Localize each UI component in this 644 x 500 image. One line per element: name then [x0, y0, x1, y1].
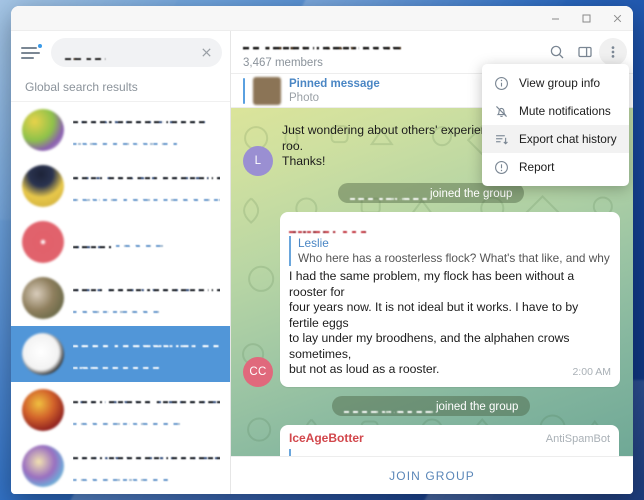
list-item[interactable]: ▁▁▁ ▁▁▁▁ ▁▁▁▁▁ ▁ ▁ ▁▁▁ ▁▁▁▁ ▁▁▁ ▁▁: [11, 270, 230, 326]
pinned-title: Pinned message: [289, 77, 380, 90]
list-item-subtitle: ▁▁▁ ▁▁▁ ▁▁▁ ▁▁: [73, 411, 180, 427]
list-item-title: ▁▁▁ ▁▁▁▁▁ ▁▁▁▁▁ ▁▁▁: [73, 388, 220, 404]
list-item-subtitle: ▁▁▁ ▁▁▁▁ ▁▁▁▁: [73, 131, 177, 147]
list-item[interactable]: ▁▁▁ ▁▁▁▁▁▁ ▁▁▁ ▁▁▁ ▁▁▁▁ ▁▁▁▁ ▁▁: [11, 438, 230, 494]
more-vertical-icon[interactable]: [599, 38, 627, 66]
report-alert-icon: [493, 159, 509, 175]
service-user-redacted: ▁▁▁ ▁▁ ▁▁▁: [349, 185, 427, 200]
message-bubble[interactable]: ▁▁▁▁▁ ▁▁▁ Leslie Who here has a roosterl…: [280, 211, 620, 387]
menu-item-view-group-info[interactable]: View group info: [482, 69, 629, 97]
message-line: Thanks!: [282, 154, 326, 168]
join-group-button[interactable]: JOIN GROUP: [231, 456, 633, 494]
chat-title: ▁▁ ▁▁▁▁▁ ▁▁▁▁ ▁▁ ▁▁: [243, 34, 402, 50]
message-line: four years now. It is not ideal but it w…: [289, 300, 579, 330]
menu-item-export-chat-history[interactable]: Export chat history: [482, 125, 629, 153]
sender-name: IceAgeBotter: [289, 430, 364, 445]
close-icon[interactable]: [196, 43, 216, 63]
info-circle-icon: [493, 75, 509, 91]
reply-author: Leslie: [298, 236, 329, 250]
message-line: Just wondering about others' experiences: [282, 123, 507, 137]
menu-item-label: Report: [519, 160, 555, 174]
reply-author-redacted: ▁ ▁▁ ▁▁▁ ▁▁: [298, 449, 381, 456]
menu-item-label: Export chat history: [519, 132, 617, 146]
list-item-subtitle: ▁▁▁▁ ▁▁▁ ▁▁: [73, 299, 159, 315]
avatar: [22, 333, 64, 375]
avatar: [22, 445, 64, 487]
export-download-icon: [493, 131, 509, 147]
avatar: [22, 165, 64, 207]
avatar-initials: L: [254, 154, 262, 167]
menu-item-mute-notifications[interactable]: Mute notifications: [482, 97, 629, 125]
list-item-subtitle: ▁▁▁▁ ▁▁▁▁ ▁▁: [73, 467, 168, 483]
message-sender-row: IceAgeBotter AntiSpamBot: [289, 431, 610, 448]
menu-item-label: Mute notifications: [519, 104, 611, 118]
service-message: ▁▁▁▁ ▁ ▁▁ ▁▁ joined the group: [243, 395, 619, 416]
chat-list[interactable]: ▁▁▁▁ ▁▁▁▁▁ ▁▁▁▁ ▁▁▁ ▁▁▁▁ ▁▁▁▁ ▁▁▁ ▁▁▁ ▁▁…: [11, 102, 230, 494]
list-item-title: ▁▁▁ ▁▁▁▁▁▁ ▁▁▁ ▁▁▁: [73, 444, 220, 460]
list-item[interactable]: ▁▁▁▁ ▁▁▁ ▁▁: [11, 214, 230, 270]
sidebar-toggle-icon[interactable]: [571, 38, 599, 66]
list-item[interactable]: ▁▁▁ ▁▁▁ ▁▁ ▁▁▁▁▁ ▁▁ ▁▁▁ ▁▁ ▁▁▁▁ ▁▁ ▁▁▁ ▁: [11, 158, 230, 214]
message-header-redacted: ▁▁▁▁▁ ▁▁▁: [289, 217, 367, 234]
join-group-label: JOIN GROUP: [389, 468, 475, 483]
list-item-title: ▁▁▁▁ ▁▁▁▁▁▁ ▁▁ ▁▁▁▁ ▁▁: [73, 332, 220, 348]
list-item-subtitle: ▁▁▁ ▁▁: [115, 233, 164, 249]
pinned-stripe: [243, 77, 245, 104]
reply-quote[interactable]: ▁ ▁▁ ▁▁▁ ▁▁ joined the group: [289, 449, 610, 456]
menu-item-label: View group info: [519, 76, 601, 90]
chat-options-menu[interactable]: View group info Mute notifications Expor…: [482, 64, 629, 186]
sidebar-search-row: ▁▁ ▁▁: [11, 31, 230, 74]
service-user-redacted: ▁▁▁▁ ▁ ▁▁ ▁▁: [343, 398, 433, 413]
bell-muted-icon: [493, 103, 509, 119]
status-badge: AntiSpamBot: [545, 432, 610, 445]
list-item-title: ▁▁▁▁ ▁▁▁▁▁ ▁▁▁▁: [73, 108, 205, 124]
telegram-window: ▁▁ ▁▁ Global search results ▁▁▁▁ ▁▁▁▁▁ ▁…: [11, 6, 633, 494]
menu-item-report[interactable]: Report: [482, 153, 629, 181]
pinned-subtitle: Photo: [289, 91, 320, 104]
list-item-selected[interactable]: ▁▁▁▁ ▁▁▁▁▁▁ ▁▁ ▁▁▁▁ ▁▁ ▁▁▁ ▁▁▁▁ ▁▁: [11, 326, 230, 382]
list-item[interactable]: ▁▁▁ ▁▁▁▁▁ ▁▁▁▁▁ ▁▁▁ ▁▁▁ ▁▁▁ ▁▁▁ ▁▁: [11, 382, 230, 438]
minimize-button[interactable]: [540, 6, 571, 30]
message-row[interactable]: IceAgeBotter AntiSpamBot ▁ ▁▁ ▁▁▁ ▁▁ joi…: [243, 424, 619, 456]
global-search-results-header: Global search results: [11, 74, 230, 102]
message-bubble[interactable]: IceAgeBotter AntiSpamBot ▁ ▁▁ ▁▁▁ ▁▁ joi…: [280, 424, 619, 456]
search-input-value: ▁▁ ▁▁: [65, 45, 196, 60]
message-line: I had the same problem, my flock has bee…: [289, 269, 575, 299]
list-item-title: ▁▁▁ ▁▁▁▁ ▁▁▁▁▁ ▁ ▁ ▁▁▁: [73, 276, 220, 292]
pinned-thumbnail: [253, 76, 281, 105]
avatar: [22, 221, 64, 263]
avatar[interactable]: L: [243, 145, 273, 176]
avatar: [22, 109, 64, 151]
list-item-subtitle: ▁▁▁ ▁▁▁▁ ▁▁: [73, 355, 159, 371]
reply-text: Who here has a roosterless flock? What's…: [298, 251, 611, 265]
service-text: joined the group: [435, 400, 519, 413]
reply-quote[interactable]: Leslie Who here has a roosterless flock?…: [289, 236, 611, 266]
message-bubble[interactable]: Just wondering about others' experiences…: [280, 117, 516, 176]
search-icon[interactable]: [543, 38, 571, 66]
maximize-button[interactable]: [571, 6, 602, 30]
service-pill: ▁▁▁▁ ▁ ▁▁ ▁▁ joined the group: [331, 395, 531, 416]
search-input[interactable]: ▁▁ ▁▁: [51, 38, 222, 67]
close-button[interactable]: [602, 6, 633, 30]
message-timestamp: 2:00 AM: [572, 366, 611, 378]
avatar[interactable]: CC: [243, 356, 273, 387]
chat-pane: ▁▁ ▁▁▁▁▁ ▁▁▁▁ ▁▁ ▁▁ 3,467 members Pinned…: [231, 31, 633, 494]
message-line: but not as loud as a rooster.: [289, 362, 440, 376]
sidebar: ▁▁ ▁▁ Global search results ▁▁▁▁ ▁▁▁▁▁ ▁…: [11, 31, 231, 494]
avatar: [22, 389, 64, 431]
list-item[interactable]: ▁▁▁▁ ▁▁▁▁▁ ▁▁▁▁ ▁▁▁ ▁▁▁▁ ▁▁▁▁: [11, 102, 230, 158]
list-item-title: ▁▁▁▁: [73, 233, 112, 249]
message-line: roo.: [282, 138, 304, 153]
avatar-initials: CC: [249, 365, 267, 378]
avatar: [22, 277, 64, 319]
service-text: joined the group: [429, 187, 513, 200]
message-line: to lay under my broodhens, and the alpha…: [289, 331, 570, 361]
menu-badge-dot: [37, 42, 43, 49]
window-titlebar: [11, 6, 633, 31]
list-item-title: ▁▁▁ ▁▁▁ ▁▁ ▁▁▁▁▁ ▁▁: [73, 164, 220, 180]
hamburger-menu-icon[interactable]: [21, 42, 43, 62]
list-item-subtitle: ▁▁▁ ▁▁ ▁▁▁▁ ▁▁ ▁▁▁ ▁: [73, 187, 220, 203]
message-row[interactable]: CC ▁▁▁▁▁ ▁▁▁ Leslie Who here has a roost…: [243, 211, 620, 387]
